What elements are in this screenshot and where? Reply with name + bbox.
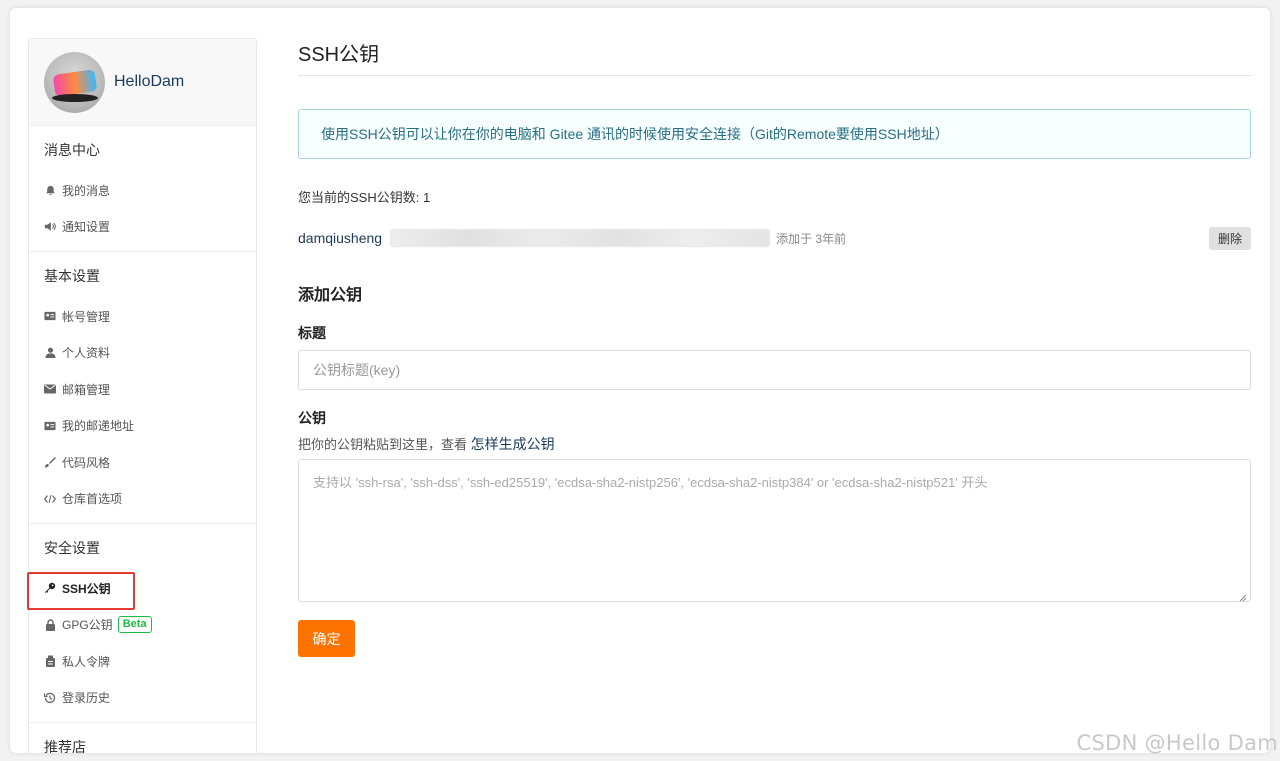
key-title-label: 标题 <box>298 325 326 341</box>
beta-badge: Beta <box>117 616 152 634</box>
id-card-icon <box>44 310 56 322</box>
sidebar-item-label: 私人令牌 <box>62 654 111 669</box>
sidebar-item-notification-settings[interactable]: 通知设置 <box>29 209 256 246</box>
profile-card: HelloDam <box>29 39 256 126</box>
sidebar-section-security: 安全设置 SSH公钥 GPG公钥 Beta 私人令牌 登录历史 <box>27 524 256 723</box>
bell-icon <box>44 184 56 196</box>
page-title: SSH公钥 <box>298 38 1251 76</box>
sidebar-item-label: 邮箱管理 <box>62 382 111 397</box>
section-title-partial: 推荐店 <box>44 739 86 753</box>
public-key-hint-text: 把你的公钥粘贴到这里，查看 <box>298 437 468 452</box>
how-to-generate-key-link[interactable]: 怎样生成公钥 <box>471 436 555 452</box>
sidebar-item-my-messages[interactable]: 我的消息 <box>29 172 256 209</box>
ssh-key-fingerprint-redacted <box>390 229 771 247</box>
ssh-key-name[interactable]: damqiusheng <box>298 230 382 246</box>
sidebar-section-basic: 基本设置 帐号管理 个人资料 邮箱管理 我的邮递地址 代码风格 仓库首选项 <box>29 252 256 524</box>
envelope-icon <box>44 383 56 395</box>
sidebar-item-gpg-keys[interactable]: GPG公钥 Beta <box>29 607 256 644</box>
settings-window: HelloDam 消息中心 我的消息 通知设置 基本设置 帐号管理 个人资料 邮… <box>10 8 1270 753</box>
sidebar-item-ssh-keys[interactable]: SSH公钥 <box>27 570 256 610</box>
sidebar-item-label: GPG公钥 <box>62 618 113 633</box>
sidebar-item-label: 帐号管理 <box>62 309 111 324</box>
section-title: 基本设置 <box>44 268 100 284</box>
sidebar-item-account[interactable]: 帐号管理 <box>29 298 256 335</box>
sidebar-item-private-tokens[interactable]: 私人令牌 <box>29 643 256 680</box>
confirm-button[interactable]: 确定 <box>298 620 355 657</box>
sidebar-section-messages: 消息中心 我的消息 通知设置 <box>29 126 256 252</box>
volume-icon <box>44 221 56 233</box>
sidebar-item-label: 通知设置 <box>62 220 111 235</box>
public-key-label: 公钥 <box>298 410 326 426</box>
avatar[interactable] <box>44 51 105 113</box>
ssh-key-count: 您当前的SSH公钥数: 1 <box>298 190 431 205</box>
ssh-key-added-time: 添加于 3年前 <box>776 231 847 246</box>
sidebar: HelloDam 消息中心 我的消息 通知设置 基本设置 帐号管理 个人资料 邮… <box>27 38 257 753</box>
sidebar-item-profile[interactable]: 个人资料 <box>29 335 256 372</box>
token-icon <box>44 655 56 668</box>
sidebar-item-label: 仓库首选项 <box>62 492 123 507</box>
watermark: CSDN @Hello Dam <box>1076 731 1278 755</box>
section-title: 消息中心 <box>44 142 100 158</box>
address-card-icon <box>44 420 56 432</box>
key-icon <box>44 582 56 594</box>
profile-name[interactable]: HelloDam <box>114 73 184 91</box>
sidebar-item-label: 个人资料 <box>62 346 111 361</box>
delete-key-button[interactable]: 删除 <box>1208 226 1251 250</box>
resize-handle-icon[interactable] <box>1239 590 1247 602</box>
sidebar-item-label: 登录历史 <box>62 691 111 706</box>
public-key-placeholder: 支持以 'ssh-rsa', 'ssh-dss', 'ssh-ed25519',… <box>313 475 988 490</box>
section-title: 安全设置 <box>44 540 100 556</box>
sidebar-item-login-history[interactable]: 登录历史 <box>29 680 256 717</box>
sidebar-item-label: SSH公钥 <box>62 581 111 596</box>
sidebar-item-address[interactable]: 我的邮递地址 <box>29 408 256 445</box>
avatar-art <box>52 68 98 97</box>
public-key-textarea[interactable]: 支持以 'ssh-rsa', 'ssh-dss', 'ssh-ed25519',… <box>298 459 1251 602</box>
user-icon <box>44 347 56 359</box>
ssh-key-row: damqiusheng 添加于 3年前 删除 <box>298 226 1251 250</box>
add-key-title: 添加公钥 <box>298 287 363 304</box>
sidebar-item-label: 我的邮递地址 <box>62 419 135 434</box>
code-icon <box>44 493 56 505</box>
public-key-hint: 把你的公钥粘贴到这里，查看 怎样生成公钥 <box>298 434 1251 454</box>
avatar-art-base <box>52 93 98 102</box>
sidebar-item-label: 我的消息 <box>62 183 111 198</box>
main-content: SSH公钥 使用SSH公钥可以让你在你的电脑和 Gitee 通讯的时候使用安全连… <box>298 38 1251 657</box>
paint-brush-icon <box>44 456 56 468</box>
sidebar-item-label: 代码风格 <box>62 455 111 470</box>
sidebar-item-repo-preferences[interactable]: 仓库首选项 <box>29 481 256 518</box>
history-icon <box>44 692 56 704</box>
sidebar-item-code-style[interactable]: 代码风格 <box>29 444 256 481</box>
sidebar-item-email[interactable]: 邮箱管理 <box>29 371 256 408</box>
info-message: 使用SSH公钥可以让你在你的电脑和 Gitee 通讯的时候使用安全连接（Git的… <box>298 109 1251 159</box>
key-title-placeholder: 公钥标题(key) <box>313 362 401 378</box>
key-title-input[interactable]: 公钥标题(key) <box>298 350 1251 390</box>
lock-icon <box>44 619 56 631</box>
